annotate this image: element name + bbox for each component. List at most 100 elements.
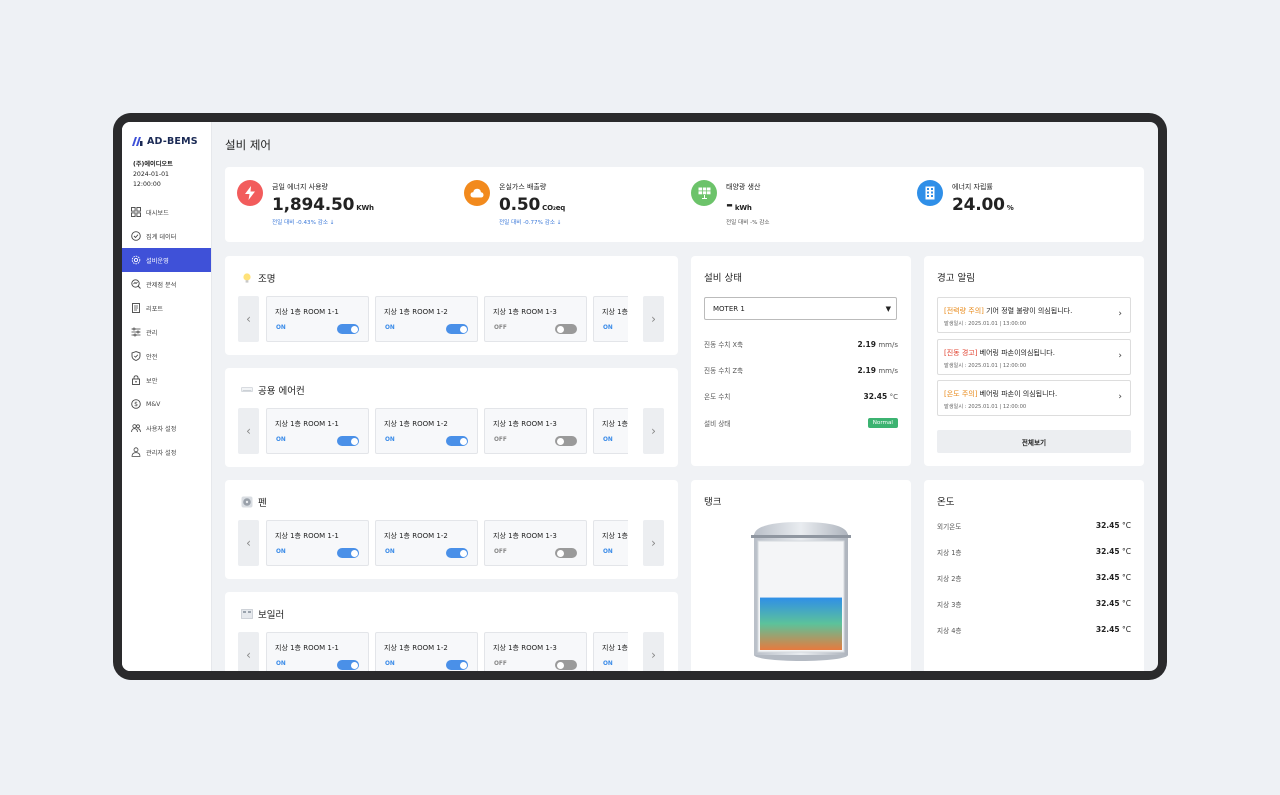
- room-state: ON: [385, 437, 395, 443]
- carousel-next-button[interactable]: ›: [643, 296, 664, 342]
- carousel-prev-button[interactable]: ‹: [238, 296, 259, 342]
- app-screen: AD-BEMS (주)에이디오트 2024-01-01 12:00:00 대시보…: [122, 122, 1158, 671]
- power-toggle[interactable]: [555, 324, 577, 334]
- carousel-prev-button[interactable]: ‹: [238, 632, 259, 671]
- equipment-card: 펜 ‹ 지상 1층 ROOM 1-1 ON 지상 1층 ROOM 1-2 ON 지상 1층 …: [225, 480, 678, 579]
- gear-icon: [131, 255, 141, 265]
- equipment-select[interactable]: MOTER 1 ▼: [704, 297, 897, 320]
- kpi-item: 금일 에너지 사용량 1,894.50 KWh 전일 대비 -0.43% 감소 ↓: [237, 180, 374, 226]
- power-toggle[interactable]: [555, 660, 577, 670]
- room-carousel: 지상 1층 ROOM 1-1 ON 지상 1층 ROOM 1-2 ON 지상 1층 RO…: [266, 296, 628, 342]
- sidebar-item-10[interactable]: 관리자 설정: [122, 440, 211, 464]
- temperature-title: 온도: [937, 497, 955, 508]
- room-name: 지상 1층 ROOM 1-3: [493, 532, 557, 540]
- kpi-unit: %: [1006, 204, 1014, 212]
- power-toggle[interactable]: [555, 436, 577, 446]
- sidebar-item-8[interactable]: $ M&V: [122, 392, 211, 416]
- view-all-button[interactable]: 전체보기: [937, 430, 1131, 453]
- sidebar-item-7[interactable]: 보안: [122, 368, 211, 392]
- temperature-value: 32.45 °C: [1096, 521, 1131, 531]
- equipment-stat-row: 진동 수치 Z축 2.19 mm/s: [704, 365, 898, 376]
- power-toggle[interactable]: [446, 324, 468, 334]
- carousel-prev-button[interactable]: ‹: [238, 408, 259, 454]
- room-control[interactable]: 지상 1층 ROOM 1-1 ON: [266, 296, 369, 342]
- room-name: 지상 1층 R: [602, 532, 628, 540]
- logo-text: AD-BEMS: [147, 136, 198, 147]
- kpi-unit: kWh: [734, 204, 752, 212]
- kpi-number: 1,894.50: [272, 195, 355, 215]
- room-control[interactable]: 지상 1층 R ON: [593, 632, 628, 671]
- temperature-row: 지상 2층 32.45 °C: [937, 573, 1131, 583]
- kpi-unit: CO₂eq: [542, 204, 566, 212]
- power-toggle[interactable]: [337, 660, 359, 670]
- power-toggle[interactable]: [337, 548, 359, 558]
- alert-tag: [온도 주의]: [944, 390, 978, 398]
- alerts-card: 경고 알림 [전력량 주의] 기어 정렬 불량이 의심됩니다. 발생일시 : 20…: [924, 256, 1144, 466]
- sidebar-item-label: M&V: [146, 400, 161, 408]
- tank-card: 탱크: [691, 480, 911, 671]
- room-control[interactable]: 지상 1층 ROOM 1-1 ON: [266, 632, 369, 671]
- sidebar-item-label: 집계 데이터: [146, 233, 177, 241]
- power-toggle[interactable]: [555, 548, 577, 558]
- sidebar-item-0[interactable]: 대시보드: [122, 200, 211, 224]
- temperature-unit: °C: [1122, 547, 1131, 556]
- room-control[interactable]: 지상 1층 ROOM 1-2 ON: [375, 296, 478, 342]
- equipment-title: 펜: [241, 495, 267, 509]
- building-icon: [917, 180, 943, 206]
- temperature-label: 지상 4층: [937, 627, 962, 635]
- room-state: ON: [603, 549, 613, 555]
- stat-unit: mm/s: [878, 340, 898, 349]
- room-name: 지상 1층 ROOM 1-3: [493, 308, 557, 316]
- sidebar-item-6[interactable]: 안전: [122, 344, 211, 368]
- sidebar-item-4[interactable]: 리포트: [122, 296, 211, 320]
- room-control[interactable]: 지상 1층 R ON: [593, 520, 628, 566]
- sidebar-item-5[interactable]: 관리: [122, 320, 211, 344]
- sidebar-item-label: 보안: [146, 377, 158, 385]
- room-control[interactable]: 지상 1층 ROOM 1-2 ON: [375, 520, 478, 566]
- power-toggle[interactable]: [446, 548, 468, 558]
- sliders-icon: [131, 327, 141, 337]
- room-control[interactable]: 지상 1층 ROOM 1-2 ON: [375, 632, 478, 671]
- carousel-prev-button[interactable]: ‹: [238, 520, 259, 566]
- room-name: 지상 1층 ROOM 1-1: [275, 532, 339, 540]
- alert-item[interactable]: [진동 경고] 베어링 파손이의심됩니다. 발생일시 : 2025.01.01 |…: [937, 339, 1131, 375]
- stat-number: 2.19: [857, 365, 876, 375]
- sidebar-item-2[interactable]: 설비운영: [122, 248, 211, 272]
- room-state: ON: [276, 325, 286, 331]
- carousel-next-button[interactable]: ›: [643, 632, 664, 671]
- room-control[interactable]: 지상 1층 R ON: [593, 296, 628, 342]
- sidebar-item-9[interactable]: 사용자 설정: [122, 416, 211, 440]
- stat-number: 2.19: [857, 339, 876, 349]
- power-toggle[interactable]: [446, 660, 468, 670]
- sidebar-item-1[interactable]: 집계 데이터: [122, 224, 211, 248]
- room-control[interactable]: 지상 1층 ROOM 1-3 OFF: [484, 632, 587, 671]
- room-control[interactable]: 지상 1층 ROOM 1-3 OFF: [484, 520, 587, 566]
- kpi-number: 24.00: [952, 195, 1005, 215]
- room-state: OFF: [494, 437, 507, 443]
- alert-item[interactable]: [전력량 주의] 기어 정렬 불량이 의심됩니다. 발생일시 : 2025.01.…: [937, 297, 1131, 333]
- alert-item[interactable]: [온도 주의] 베어링 파손이 의심됩니다. 발생일시 : 2025.01.01 …: [937, 380, 1131, 416]
- carousel-next-button[interactable]: ›: [643, 408, 664, 454]
- room-control[interactable]: 지상 1층 ROOM 1-3 OFF: [484, 296, 587, 342]
- temperature-value: 32.45 °C: [1096, 547, 1131, 557]
- status-badge: Normal: [867, 418, 898, 428]
- alert-text: 베어링 파손이의심됩니다.: [977, 349, 1055, 357]
- stat-unit: mm/s: [878, 366, 898, 375]
- power-toggle[interactable]: [446, 436, 468, 446]
- kpi-value: 0.50 CO₂eq: [499, 195, 565, 215]
- tank-graphic: [751, 522, 851, 661]
- equipment-title-text: 펜: [258, 498, 267, 509]
- room-control[interactable]: 지상 1층 R ON: [593, 408, 628, 454]
- power-toggle[interactable]: [337, 324, 359, 334]
- room-control[interactable]: 지상 1층 ROOM 1-2 ON: [375, 408, 478, 454]
- logo: AD-BEMS: [122, 122, 211, 150]
- sidebar-item-3[interactable]: 관제점 분석: [122, 272, 211, 296]
- power-toggle[interactable]: [337, 436, 359, 446]
- room-control[interactable]: 지상 1층 ROOM 1-1 ON: [266, 408, 369, 454]
- carousel-next-button[interactable]: ›: [643, 520, 664, 566]
- room-control[interactable]: 지상 1층 ROOM 1-3 OFF: [484, 408, 587, 454]
- room-control[interactable]: 지상 1층 ROOM 1-1 ON: [266, 520, 369, 566]
- solar-panel-icon: [691, 180, 717, 206]
- svg-text:$: $: [134, 401, 138, 408]
- room-state: ON: [385, 325, 395, 331]
